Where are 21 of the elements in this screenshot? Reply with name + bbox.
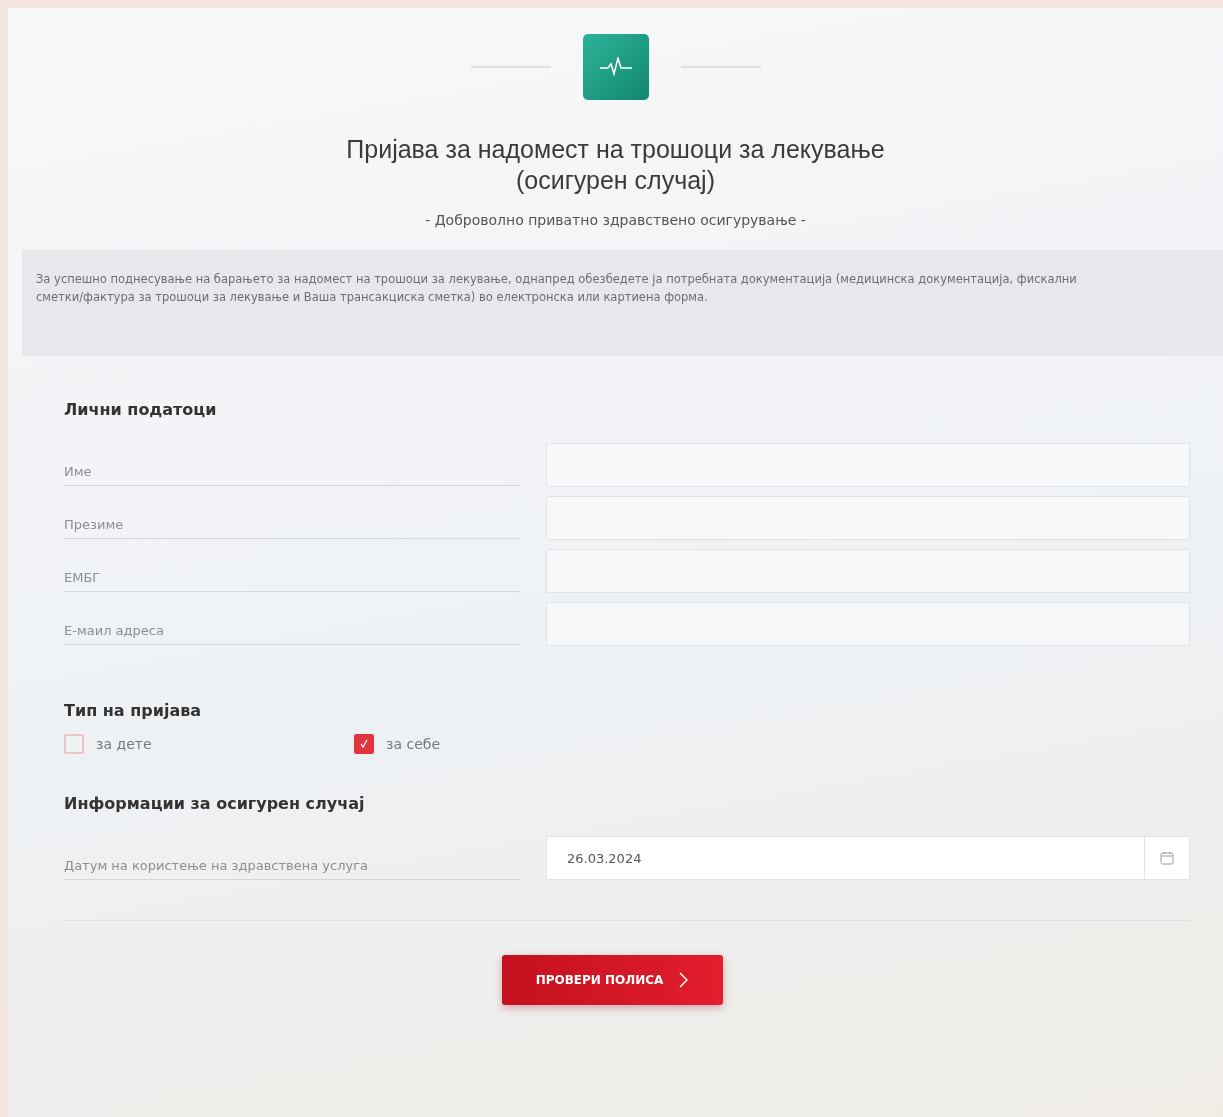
check-policy-button[interactable]: ПРОВЕРИ ПОЛИСА: [501, 955, 723, 1005]
section-heading: Информации за осигурен случај: [64, 794, 366, 813]
field-label: Име: [64, 464, 520, 486]
date-field[interactable]: 26.03.2024: [546, 836, 1144, 880]
field-label: ЕМБГ: [64, 570, 520, 592]
form-subtitle: - Доброволно приватно здравствено осигурување -: [425, 212, 806, 228]
calendar-button[interactable]: [1144, 836, 1190, 880]
calendar-icon: [1160, 851, 1174, 865]
field-label: Презиме: [64, 517, 520, 539]
checkbox[interactable]: [354, 734, 374, 754]
section-heading: Тип на пријава: [64, 701, 203, 720]
checkbox-option[interactable]: за дете: [64, 734, 354, 754]
field-label: Е-маил адреса: [64, 623, 520, 645]
field-label: Датум на користење на здравствена услуга: [64, 858, 520, 880]
notice-text: За успешно поднесување на барањето за надомест на трошоци за лекување, однапред обезбедете ја потребната документација (медицинска документација, фискални сметки/фактура за трошоци за лекување и Ваша трансакциска сметка) во електронска или картиена форма.: [22, 250, 1223, 356]
form-title: Пријава за надомест на трошоци за лекување (осигурен случај): [346, 134, 885, 196]
chevron-right-icon: [679, 972, 689, 988]
checkbox-option[interactable]: за себе: [354, 734, 1190, 754]
heartbeat-icon: [598, 57, 633, 77]
section-heading: Лични податоци: [64, 400, 218, 419]
check-icon: [359, 739, 369, 749]
